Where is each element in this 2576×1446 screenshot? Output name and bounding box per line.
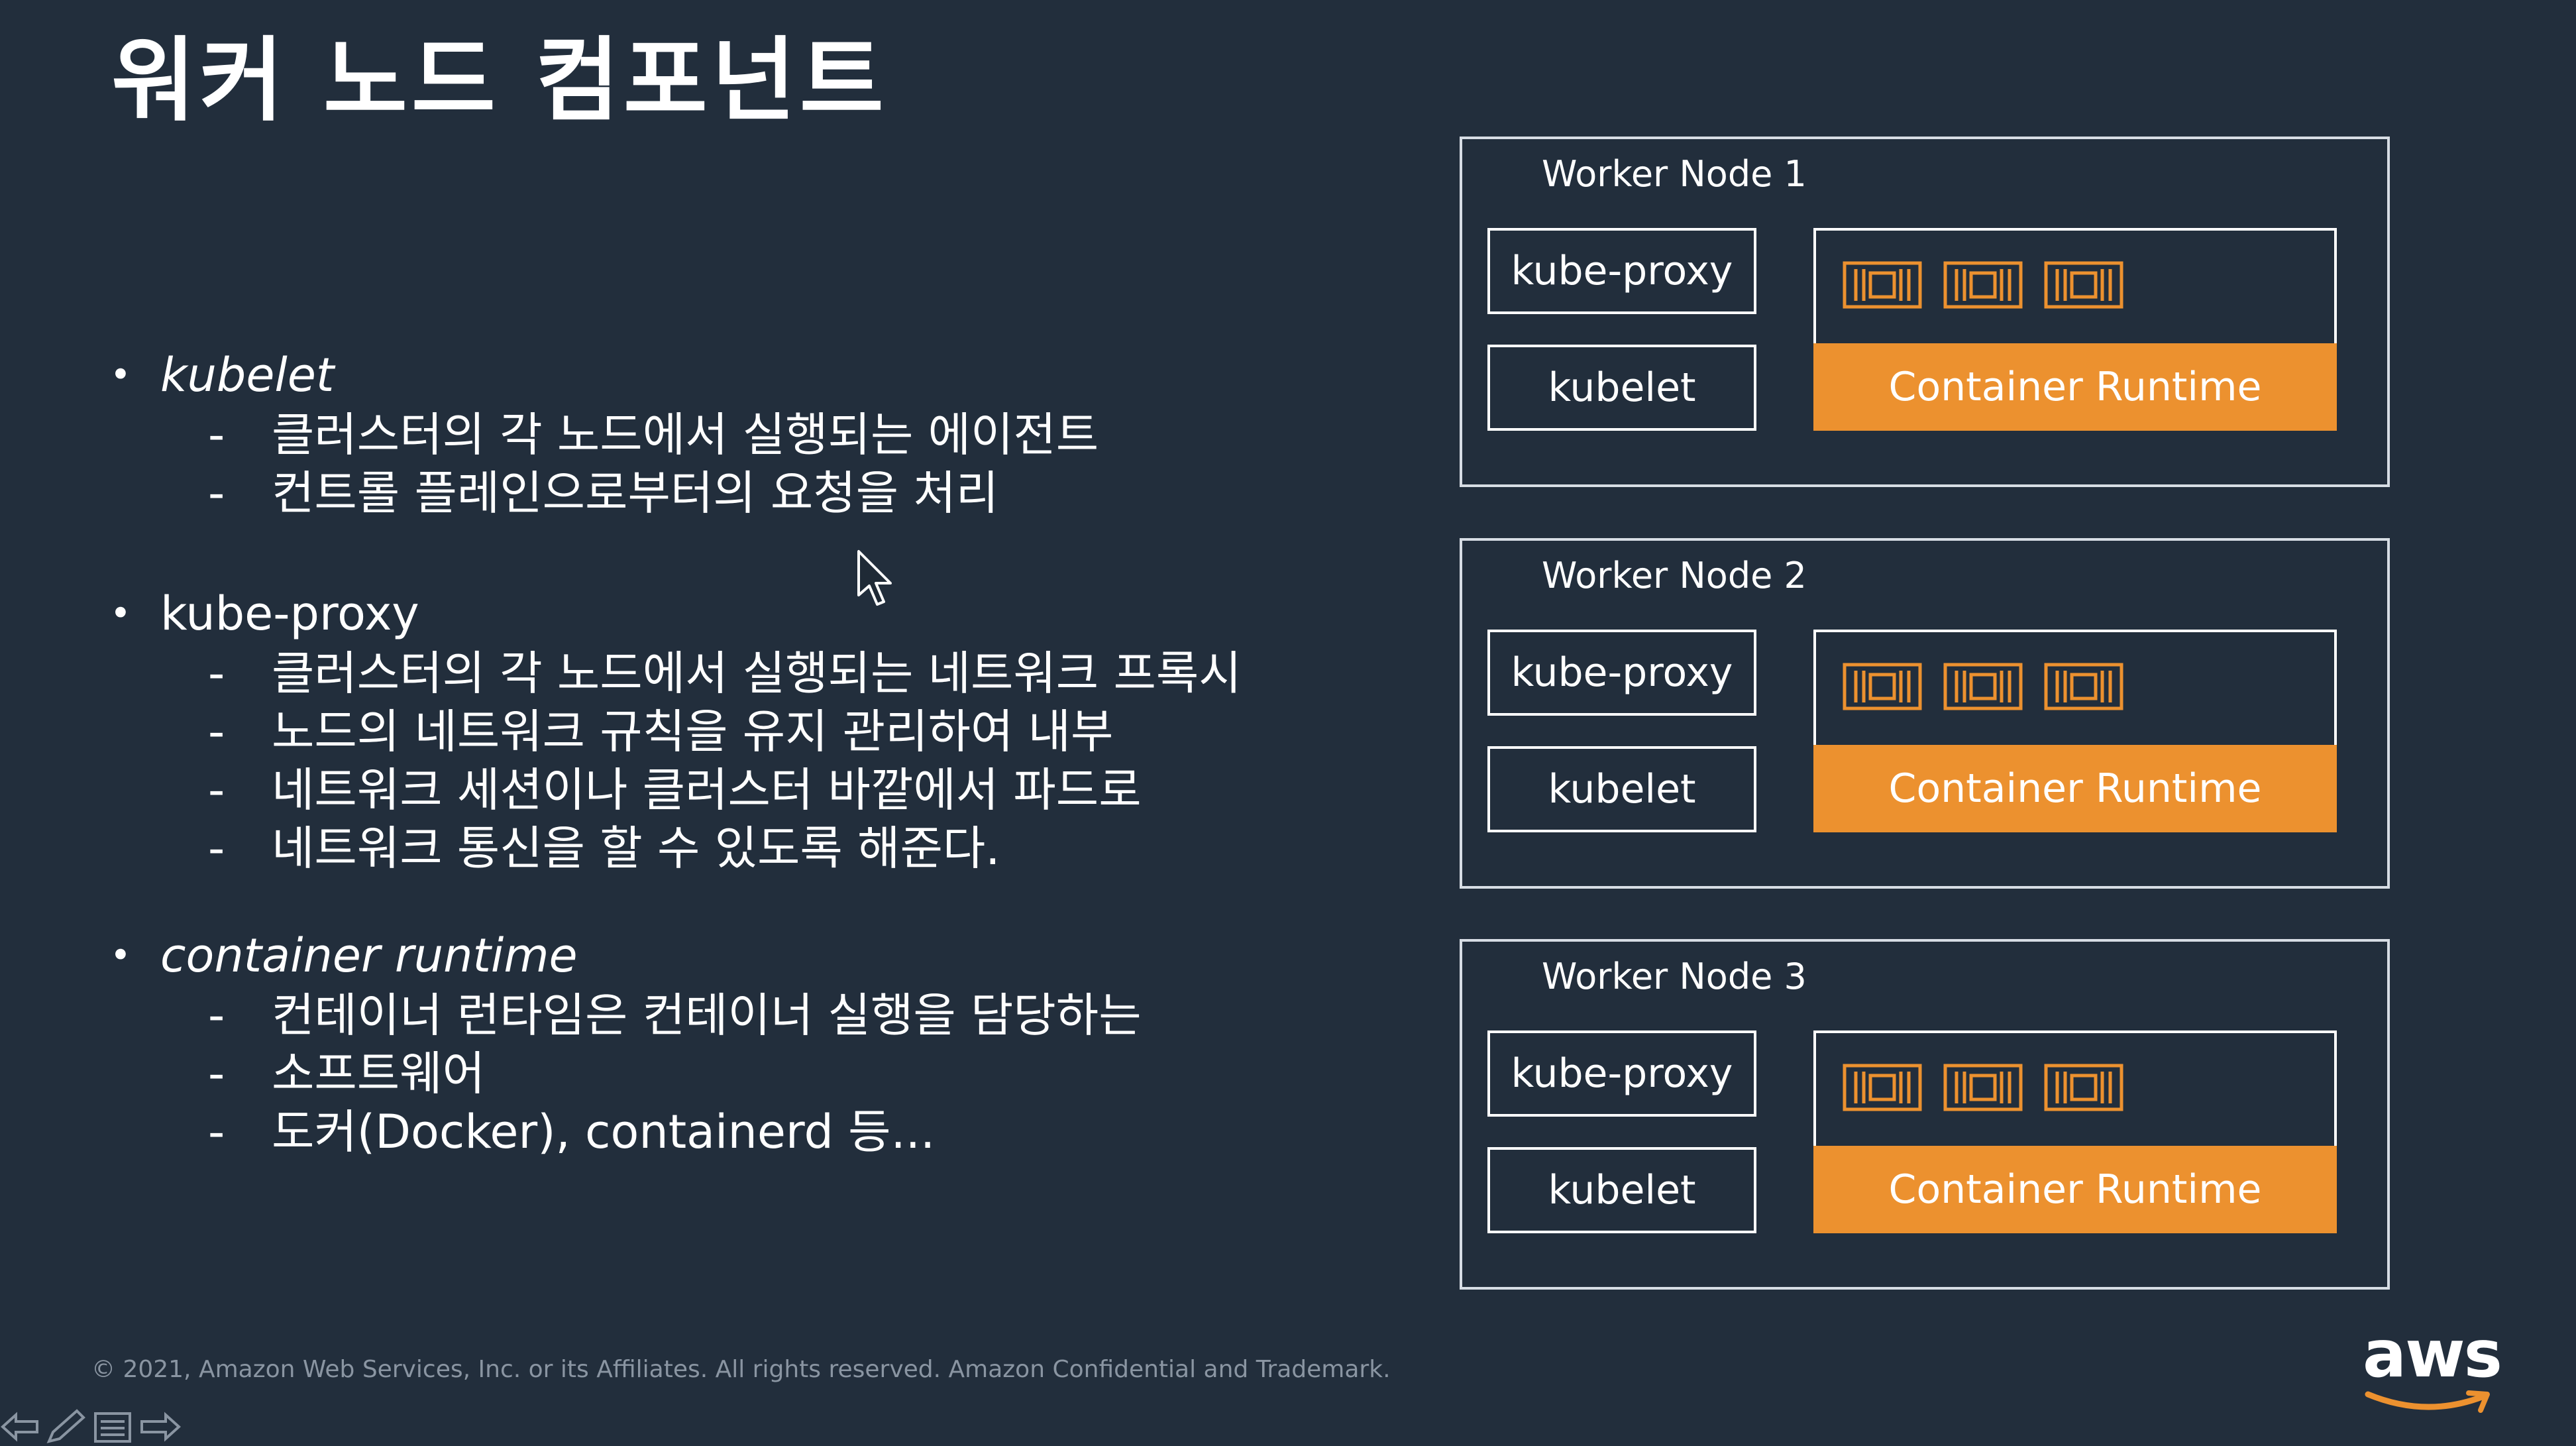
worker-node-3: Worker Node 3 kube-proxy kubelet Contain… [1460,939,2390,1290]
bullet-kubelet: kubelet 클러스터의 각 노드에서 실행되는 에이전트 컨트롤 플레인으로… [106,345,1431,522]
bullet-sub-item: 노드의 네트워크 규칙을 유지 관리하여 내부 [160,702,1431,761]
slideshow-controls [0,1408,199,1446]
bullet-sub-item-continued: 네트워크 세션이나 클러스터 바깥에서 파드로 [160,761,1431,819]
menu-icon[interactable] [93,1410,133,1444]
container-runtime-label: Container Runtime [1813,1146,2337,1233]
bullet-heading: kubelet [160,348,335,402]
worker-node-2: Worker Node 2 kube-proxy kubelet Contain… [1460,538,2390,889]
container-chip-icon [2044,663,2123,710]
bullet-container-runtime: container runtime 컨테이너 런타임은 컨테이너 실행을 담당하… [106,925,1431,1161]
container-chip-icon [2044,1064,2123,1111]
kubelet-box: kubelet [1487,746,1756,832]
container-chip-icon [1943,261,2023,309]
kubelet-box: kubelet [1487,1147,1756,1233]
container-chip-icon [1843,261,1922,309]
container-chip-icon [1943,663,2023,710]
bullet-list: kubelet 클러스터의 각 노드에서 실행되는 에이전트 컨트롤 플레인으로… [106,345,1431,1161]
bullet-heading: container runtime [160,928,578,983]
kube-proxy-box: kube-proxy [1487,228,1756,314]
bullet-sub-line: 네트워크 세션이나 클러스터 바깥에서 파드로 [272,763,1142,817]
bullet-sub-line: 소프트웨어 [272,1046,485,1101]
worker-node-1: Worker Node 1 kube-proxy kubelet Contain… [1460,137,2390,487]
mouse-pointer-icon [857,550,892,606]
worker-node-label: Worker Node 1 [1542,153,1807,195]
container-runtime-box: Container Runtime [1813,1030,2337,1233]
container-runtime-label: Container Runtime [1813,343,2337,431]
bullet-sub-item: 클러스터의 각 노드에서 실행되는 네트워크 프록시 [160,644,1431,702]
container-chip-icon [1943,1064,2023,1111]
bullet-sub-item: 컨테이너 런타임은 컨테이너 실행을 담당하는 [160,986,1431,1044]
bullet-sub-item: 컨트롤 플레인으로부터의 요청을 처리 [160,464,1431,522]
bullet-sub-item-continued: 소프트웨어 [160,1044,1431,1103]
container-runtime-box: Container Runtime [1813,630,2337,832]
copyright-footer: © 2021, Amazon Web Services, Inc. or its… [91,1356,1391,1383]
container-chip-icon [1843,663,1922,710]
slide-title: 워커 노드 컴포넌트 [111,27,888,134]
container-chip-icon [1843,1064,1922,1111]
bullet-sub-item: 도커(Docker), containerd 등... [160,1103,1431,1161]
container-group [1843,261,2123,309]
bullet-sub-line: 네트워크 통신을 할 수 있도록 해준다. [272,821,1000,875]
back-arrow-icon[interactable] [0,1410,40,1444]
container-group [1843,663,2123,710]
kube-proxy-box: kube-proxy [1487,1030,1756,1117]
aws-logo-text: aws [2363,1317,2502,1392]
worker-node-label: Worker Node 2 [1542,555,1807,596]
container-runtime-box: Container Runtime [1813,228,2337,431]
bullet-kube-proxy: kube-proxy 클러스터의 각 노드에서 실행되는 네트워크 프록시 노드… [106,583,1431,877]
aws-smile-icon [2365,1390,2490,1413]
worker-node-label: Worker Node 3 [1542,956,1807,997]
container-group [1843,1064,2123,1111]
slide: 워커 노드 컴포넌트 kubelet 클러스터의 각 노드에서 실행되는 에이전… [0,0,2576,1446]
bullet-sub-item: 클러스터의 각 노드에서 실행되는 에이전트 [160,406,1431,464]
kube-proxy-box: kube-proxy [1487,630,1756,716]
container-chip-icon [2044,261,2123,309]
forward-arrow-icon[interactable] [138,1410,182,1444]
pen-icon[interactable] [45,1408,87,1445]
aws-logo: aws [2363,1317,2502,1414]
container-runtime-label: Container Runtime [1813,745,2337,832]
bullet-sub-item-continued: 네트워크 통신을 할 수 있도록 해준다. [160,819,1431,877]
bullet-heading: kube-proxy [160,586,419,641]
kubelet-box: kubelet [1487,345,1756,431]
